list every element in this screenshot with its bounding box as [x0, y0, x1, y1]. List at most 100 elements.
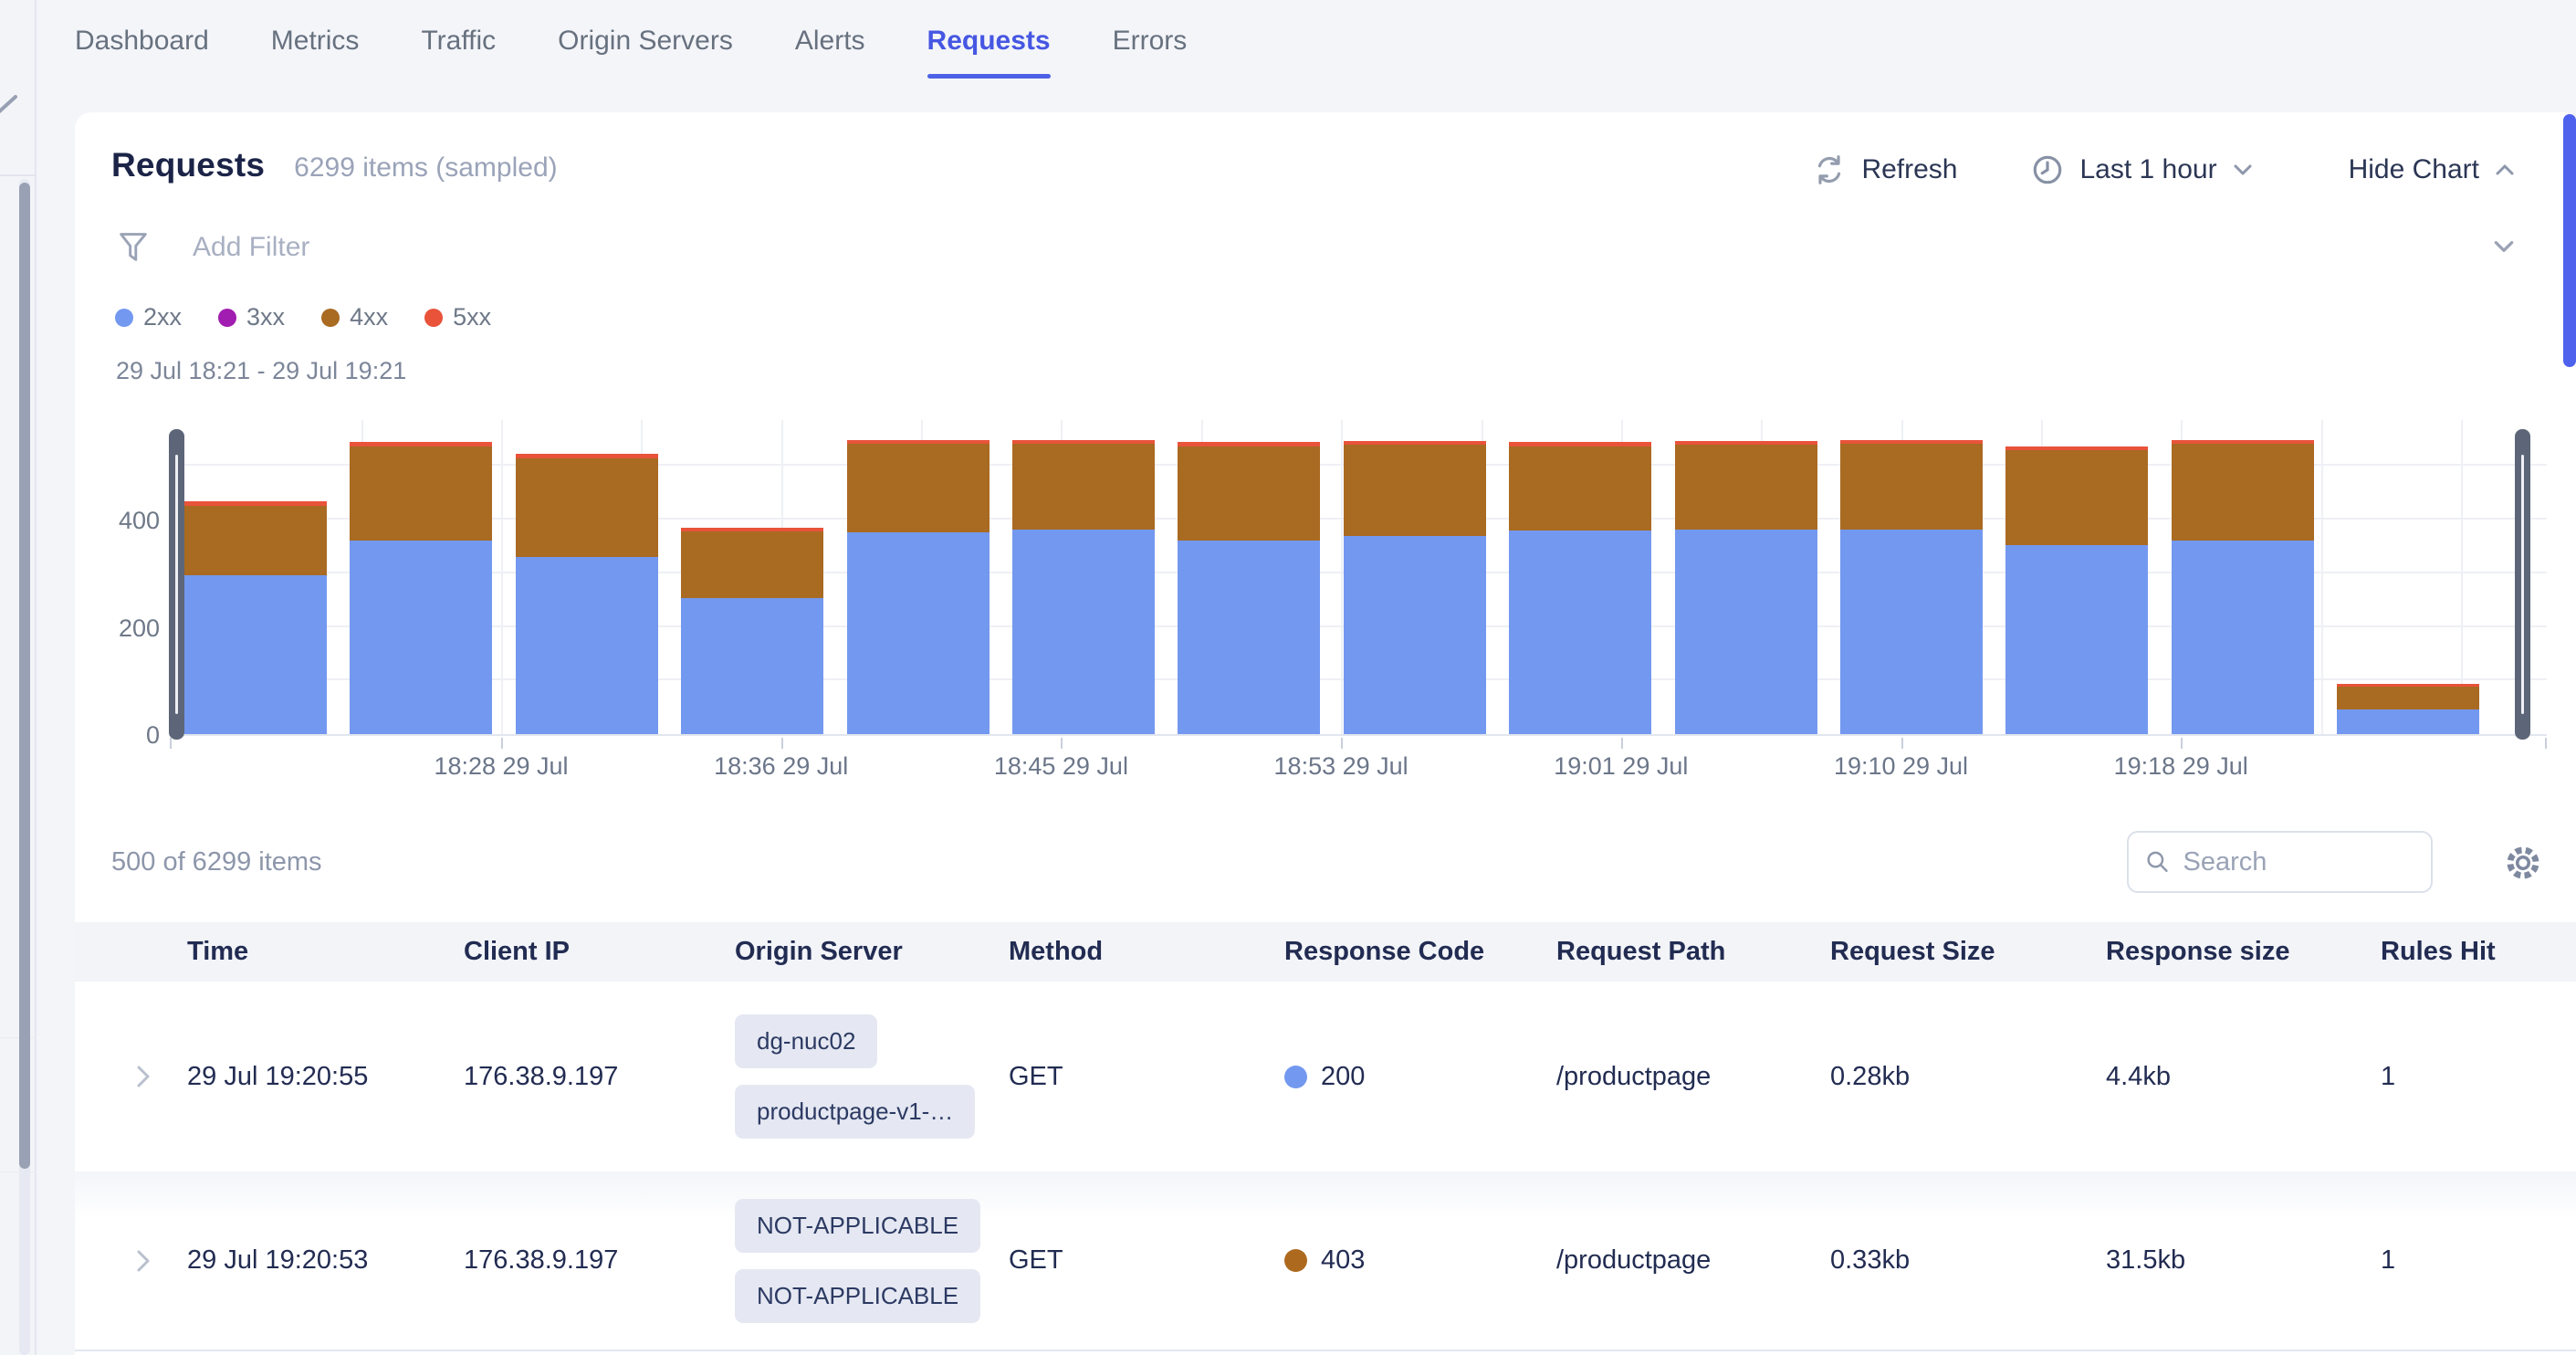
bar-segment-4xx	[184, 506, 327, 575]
collapse-chevron-icon[interactable]	[0, 89, 19, 121]
tab-requests[interactable]: Requests	[927, 26, 1051, 79]
bar-segment-2xx	[350, 541, 492, 734]
table-body: 29 Jul 19:20:55 176.38.9.197 dg-nuc02 produ…	[75, 982, 2576, 1351]
cell-time: 29 Jul 19:20:55	[187, 1062, 464, 1092]
bar-segment-4xx	[350, 446, 492, 541]
header-cell-client-ip[interactable]: Client IP	[464, 937, 735, 967]
search-input[interactable]	[2183, 847, 2415, 877]
table-row[interactable]: 29 Jul 19:20:55176.38.9.197dg-nuc02produ…	[75, 982, 2576, 1171]
y-axis-label: 200	[119, 616, 160, 641]
chart-bar	[350, 442, 492, 734]
origin-server-tag[interactable]: productpage-v1-…	[735, 1085, 975, 1139]
x-axis-tick	[170, 738, 172, 749]
response-code-value: 403	[1321, 1245, 1365, 1276]
origin-server-tag[interactable]: dg-nuc02	[735, 1014, 877, 1068]
bar-segment-2xx	[1675, 530, 1817, 734]
left-scrollbar-thumb[interactable]	[19, 183, 30, 1169]
chart-bar	[2337, 684, 2479, 734]
x-axis-label: 19:01 29 Jul	[1512, 752, 1731, 781]
cell-client-ip: 176.38.9.197	[464, 1245, 735, 1276]
tab-alerts[interactable]: Alerts	[795, 26, 865, 79]
handle-grip	[2521, 455, 2524, 714]
x-axis-tick	[1061, 738, 1063, 749]
gridline-v	[501, 420, 503, 734]
cell-request-path: /productpage	[1556, 1245, 1830, 1276]
tab-metrics[interactable]: Metrics	[271, 26, 360, 79]
chart-range-handle-left[interactable]	[169, 429, 184, 740]
bar-segment-2xx	[184, 575, 327, 734]
bar-segment-4xx	[681, 531, 823, 598]
x-axis-label: 18:45 29 Jul	[951, 752, 1170, 781]
row-expander[interactable]	[75, 1061, 187, 1092]
header-cell-response-size[interactable]: Response size	[2106, 937, 2381, 967]
bar-segment-4xx	[1344, 445, 1486, 536]
tab-origin-servers[interactable]: Origin Servers	[558, 26, 733, 79]
right-scrollbar-thumb[interactable]	[2563, 114, 2576, 367]
bar-segment-2xx	[1840, 530, 1983, 734]
y-axis-label: 0	[146, 723, 160, 748]
left-scrollbar-track[interactable]	[19, 179, 30, 1355]
settings-gear-icon[interactable]	[2502, 842, 2544, 884]
clock-icon	[2030, 152, 2065, 187]
legend-item-3xx[interactable]: 3xx	[218, 303, 285, 331]
add-filter-control[interactable]: Add Filter	[116, 229, 309, 266]
chart-legend: 2xx 3xx 4xx 5xx	[115, 303, 491, 331]
legend-dot	[218, 309, 236, 327]
panel-controls: Refresh Last 1 hour Hide Chart	[1812, 152, 2516, 187]
header-cell-time[interactable]: Time	[187, 937, 464, 967]
header-cell-origin-server[interactable]: Origin Server	[735, 937, 1009, 967]
chart-time-range: 29 Jul 18:21 - 29 Jul 19:21	[116, 357, 406, 385]
rail-divider	[0, 1037, 37, 1038]
y-axis-label: 400	[119, 509, 160, 533]
bar-segment-2xx	[2005, 545, 2148, 734]
chevron-right-icon	[133, 1245, 153, 1276]
refresh-button[interactable]: Refresh	[1812, 152, 1957, 187]
cell-request-size: 0.33kb	[1830, 1245, 2106, 1276]
chart-bar	[1012, 440, 1155, 734]
filter-funnel-icon	[116, 229, 151, 266]
tab-errors[interactable]: Errors	[1113, 26, 1188, 79]
bar-segment-2xx	[1178, 541, 1320, 734]
cell-response-size: 4.4kb	[2106, 1062, 2381, 1092]
chart-range-handle-right[interactable]	[2515, 429, 2530, 740]
time-range-label: Last 1 hour	[2079, 154, 2216, 185]
bar-segment-4xx	[516, 458, 658, 557]
origin-server-tag[interactable]: NOT-APPLICABLE	[735, 1199, 980, 1253]
filter-expand-chevron-icon[interactable]	[2492, 238, 2516, 255]
chart-bar	[1178, 442, 1320, 734]
requests-table: TimeClient IPOrigin ServerMethodResponse…	[75, 922, 2576, 1351]
x-axis-label: 18:28 29 Jul	[392, 752, 611, 781]
x-axis-tick	[1621, 738, 1623, 749]
legend-item-2xx[interactable]: 2xx	[115, 303, 182, 331]
header-cell-method[interactable]: Method	[1009, 937, 1284, 967]
header-cell-request-size[interactable]: Request Size	[1830, 937, 2106, 967]
tab-dashboard[interactable]: Dashboard	[75, 26, 209, 79]
tab-traffic[interactable]: Traffic	[421, 26, 496, 79]
hide-chart-toggle[interactable]: Hide Chart	[2349, 154, 2516, 185]
header-cell-rules-hit[interactable]: Rules Hit	[2381, 937, 2576, 967]
table-row[interactable]: 29 Jul 19:20:53176.38.9.197NOT-APPLICABL…	[75, 1171, 2576, 1351]
row-expander[interactable]	[75, 1245, 187, 1276]
legend-item-4xx[interactable]: 4xx	[321, 303, 388, 331]
top-nav: Dashboard Metrics Traffic Origin Servers Ale…	[75, 26, 1187, 79]
handle-grip	[175, 455, 178, 714]
x-axis-tick	[1901, 738, 1903, 749]
legend-item-5xx[interactable]: 5xx	[424, 303, 491, 331]
header-cell-response-code[interactable]: Response Code	[1284, 937, 1556, 967]
rail-divider	[0, 1171, 37, 1172]
requests-panel: Requests 6299 items (sampled) Refresh	[75, 112, 2576, 1355]
y-axis-labels: 0200400	[75, 420, 160, 736]
bar-segment-4xx	[847, 444, 990, 532]
bar-segment-4xx	[1840, 444, 1983, 530]
chart-plot: 18:28 29 Jul18:36 29 Jul18:45 29 Jul18:5…	[169, 420, 2547, 736]
origin-server-tag[interactable]: NOT-APPLICABLE	[735, 1269, 980, 1323]
legend-label: 3xx	[246, 303, 285, 331]
legend-label: 2xx	[143, 303, 182, 331]
table-header-row: TimeClient IPOrigin ServerMethodResponse…	[75, 922, 2576, 982]
response-code-dot	[1284, 1249, 1307, 1272]
chart-bar	[1509, 442, 1651, 734]
header-cell-request-path[interactable]: Request Path	[1556, 937, 1830, 967]
time-range-dropdown[interactable]: Last 1 hour	[2030, 152, 2253, 187]
bar-segment-4xx	[1178, 446, 1320, 541]
panel-header: Requests 6299 items (sampled)	[111, 146, 558, 184]
